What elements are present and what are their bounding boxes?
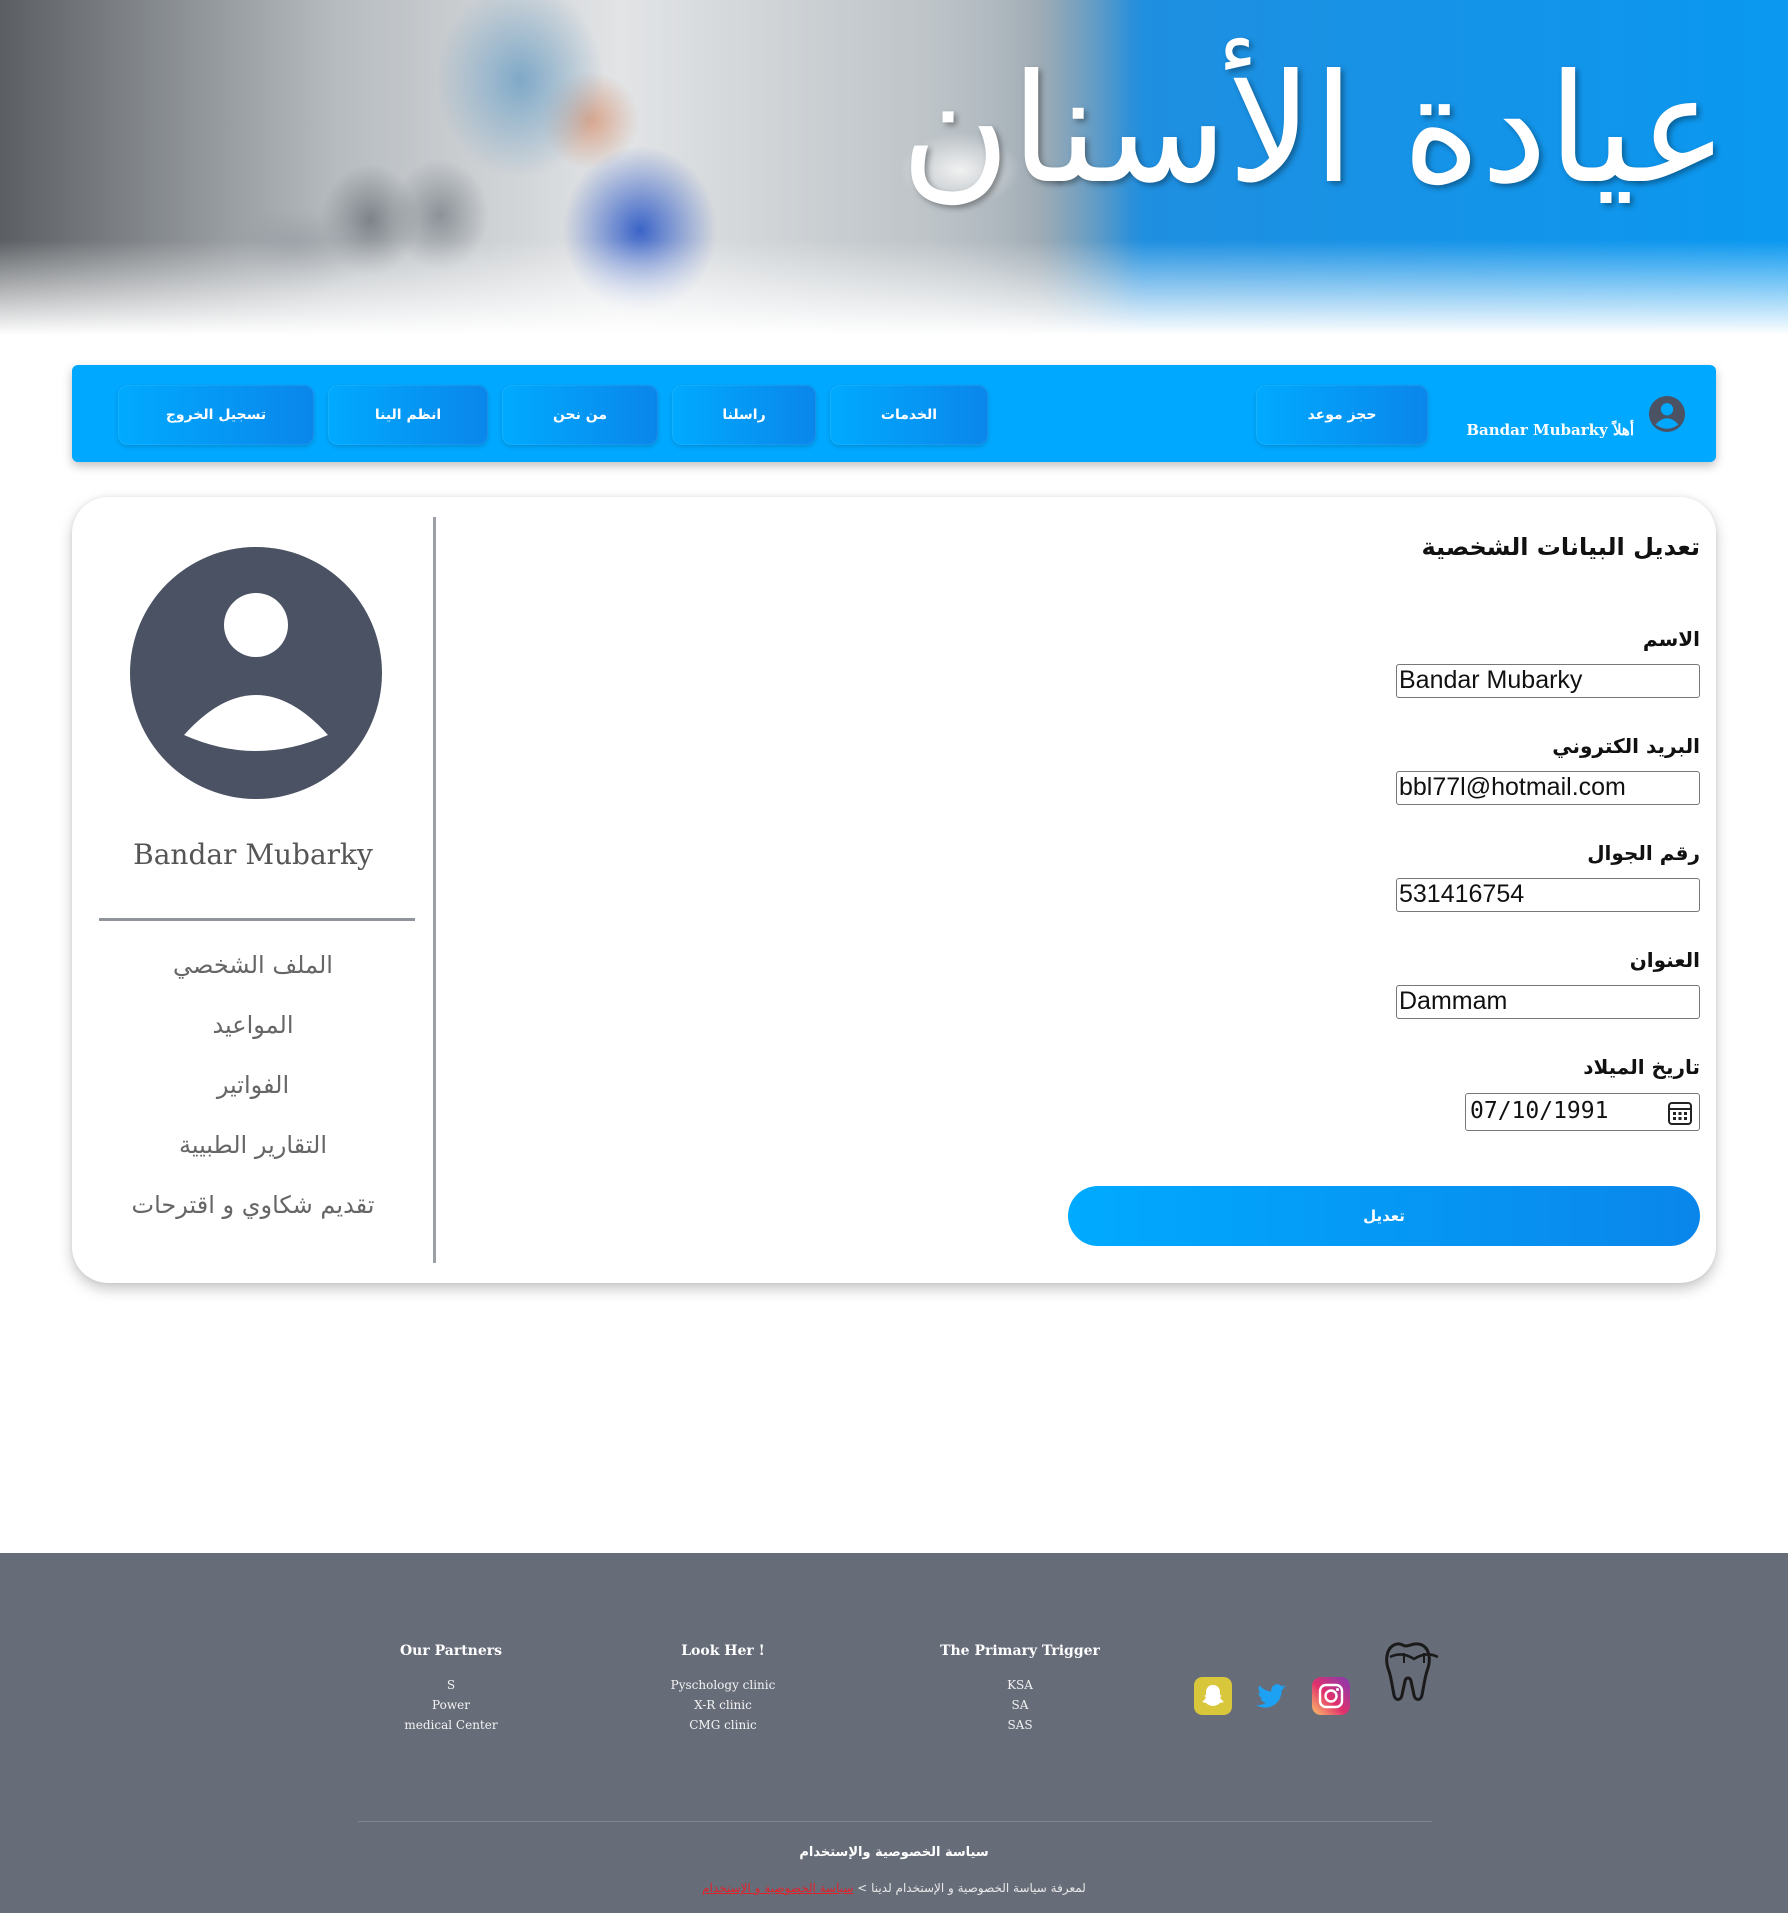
footer-link[interactable]: X-R clinic [656, 1695, 790, 1715]
instagram-icon[interactable] [1312, 1677, 1350, 1715]
email-label: البريد الكتروني [1552, 734, 1700, 758]
footer-link[interactable]: SA [932, 1695, 1108, 1715]
top-nav: تسجيل الخروج انظم الينا من نحن راسلنا ال… [72, 365, 1716, 462]
user-icon[interactable] [1648, 395, 1686, 433]
birthdate-value: 07/10/1991 [1470, 1098, 1609, 1124]
twitter-icon[interactable] [1252, 1677, 1290, 1715]
sidebar-menu: الملف الشخصي المواعيد الفواتير التقارير … [72, 935, 434, 1235]
join-us-button[interactable]: انظم الينا [328, 385, 488, 445]
user-greeting: أهلاً Bandar Mubarky [1466, 421, 1634, 439]
name-field[interactable]: Bandar Mubarky [1396, 664, 1700, 698]
footer-link[interactable]: Pyschology clinic [656, 1675, 790, 1695]
header-banner: عيادة الأسنان [0, 0, 1788, 340]
footer-link[interactable]: CMG clinic [656, 1715, 790, 1735]
about-us-button[interactable]: من نحن [502, 385, 658, 445]
footer-column-title: The Primary Trigger [940, 1643, 1100, 1659]
profile-card: Bandar Mubarky الملف الشخصي المواعيد الف… [72, 497, 1716, 1283]
footer-column-partners: Our Partners S Power medical Center [384, 1643, 518, 1735]
footer: Our Partners S Power medical Center Look… [0, 1553, 1788, 1913]
sidebar-item-appointments[interactable]: المواعيد [72, 995, 434, 1055]
birthdate-label: تاريخ الميلاد [1583, 1055, 1700, 1079]
site-title: عيادة الأسنان [900, 43, 1728, 217]
footer-divider [358, 1821, 1432, 1822]
avatar [130, 547, 382, 799]
footer-link[interactable]: S [384, 1675, 518, 1695]
sidebar-item-complaints[interactable]: تقديم شكاوي و اقترحات [72, 1175, 434, 1235]
phone-field[interactable]: 531416754 [1396, 878, 1700, 912]
book-appointment-button[interactable]: حجز موعد [1256, 385, 1428, 445]
tooth-logo-icon [1385, 1642, 1439, 1701]
sidebar-username: Bandar Mubarky [133, 838, 373, 871]
greeting-username: Bandar Mubarky [1466, 421, 1608, 439]
address-field[interactable]: Dammam [1396, 985, 1700, 1019]
privacy-policy-note: لمعرفة سياسة الخصوصية و الإستخدام لدينا … [0, 1881, 1788, 1895]
snapchat-icon[interactable] [1194, 1677, 1232, 1715]
footer-column-title: Our Partners [399, 1643, 503, 1659]
footer-link[interactable]: medical Center [384, 1715, 518, 1735]
contact-us-button[interactable]: راسلنا [672, 385, 816, 445]
privacy-policy-text: لمعرفة سياسة الخصوصية و الإستخدام لدينا … [857, 1881, 1086, 1895]
calendar-icon[interactable] [1667, 1100, 1693, 1126]
footer-link[interactable]: Power [384, 1695, 518, 1715]
greeting-text: أهلاً [1612, 421, 1634, 439]
logout-button[interactable]: تسجيل الخروج [118, 385, 314, 445]
footer-column-look-here: Look Her ! Pyschology clinic X-R clinic … [656, 1643, 790, 1735]
birthdate-field[interactable]: 07/10/1991 [1465, 1093, 1700, 1131]
address-label: العنوان [1629, 948, 1700, 972]
footer-column-primary-trigger: The Primary Trigger KSA SA SAS [932, 1643, 1108, 1735]
services-button[interactable]: الخدمات [830, 385, 988, 445]
email-field[interactable]: bbl77l@hotmail.com [1396, 771, 1700, 805]
sidebar-divider [99, 918, 415, 921]
sidebar-item-profile[interactable]: الملف الشخصي [72, 935, 434, 995]
footer-column-title: Look Her ! [681, 1643, 765, 1659]
name-label: الاسم [1642, 627, 1700, 651]
vertical-divider [433, 517, 436, 1263]
footer-link[interactable]: KSA [932, 1675, 1108, 1695]
privacy-policy-link[interactable]: سياسة الخصوصية و الإستخدام [702, 1881, 853, 1895]
sidebar-item-medical-reports[interactable]: التقارير الطبيية [72, 1115, 434, 1175]
edit-submit-button[interactable]: تعديل [1068, 1186, 1700, 1246]
form-title: تعديل البيانات الشخصية [1421, 533, 1700, 561]
phone-label: رقم الجوال [1587, 841, 1700, 865]
sidebar-item-invoices[interactable]: الفواتير [72, 1055, 434, 1115]
footer-link[interactable]: SAS [932, 1715, 1108, 1735]
privacy-policy-title: سياسة الخصوصية والإستخدام [799, 1845, 989, 1860]
